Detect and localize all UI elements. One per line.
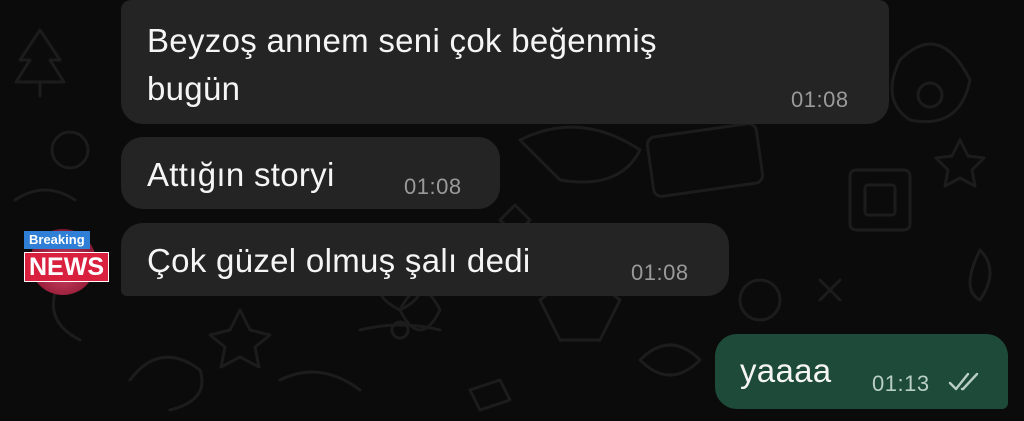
message-text-line: Çok güzel olmuş şalı dedi bbox=[147, 242, 531, 279]
message-bubble-incoming[interactable]: Çok güzel olmuş şalı dedi 01:08 bbox=[121, 223, 729, 296]
message-text-line: Beyzoş annem seni çok beğenmiş bbox=[147, 22, 657, 59]
message-text-line: bugün bbox=[147, 70, 241, 107]
message-timestamp: 01:08 bbox=[631, 260, 689, 285]
message-timestamp: 01:13 bbox=[872, 371, 930, 396]
message-text-line: Attığın storyi bbox=[147, 156, 335, 193]
message-bubble-incoming[interactable]: Beyzoş annem seni çok beğenmiş bugün 01:… bbox=[121, 0, 889, 124]
message-bubble-outgoing[interactable]: yaaaa 01:13 bbox=[715, 334, 1008, 409]
double-check-read-icon bbox=[948, 372, 979, 391]
avatar-badge-breaking: Breaking bbox=[24, 231, 90, 249]
message-bubble-incoming[interactable]: Attığın storyi 01:08 bbox=[121, 137, 500, 209]
avatar-badge-news: NEWS bbox=[24, 252, 109, 282]
message-timestamp: 01:08 bbox=[404, 174, 462, 199]
message-timestamp: 01:08 bbox=[791, 87, 849, 112]
message-text-line: yaaaa bbox=[740, 352, 832, 389]
sender-avatar[interactable]: Breaking NEWS bbox=[24, 225, 119, 297]
